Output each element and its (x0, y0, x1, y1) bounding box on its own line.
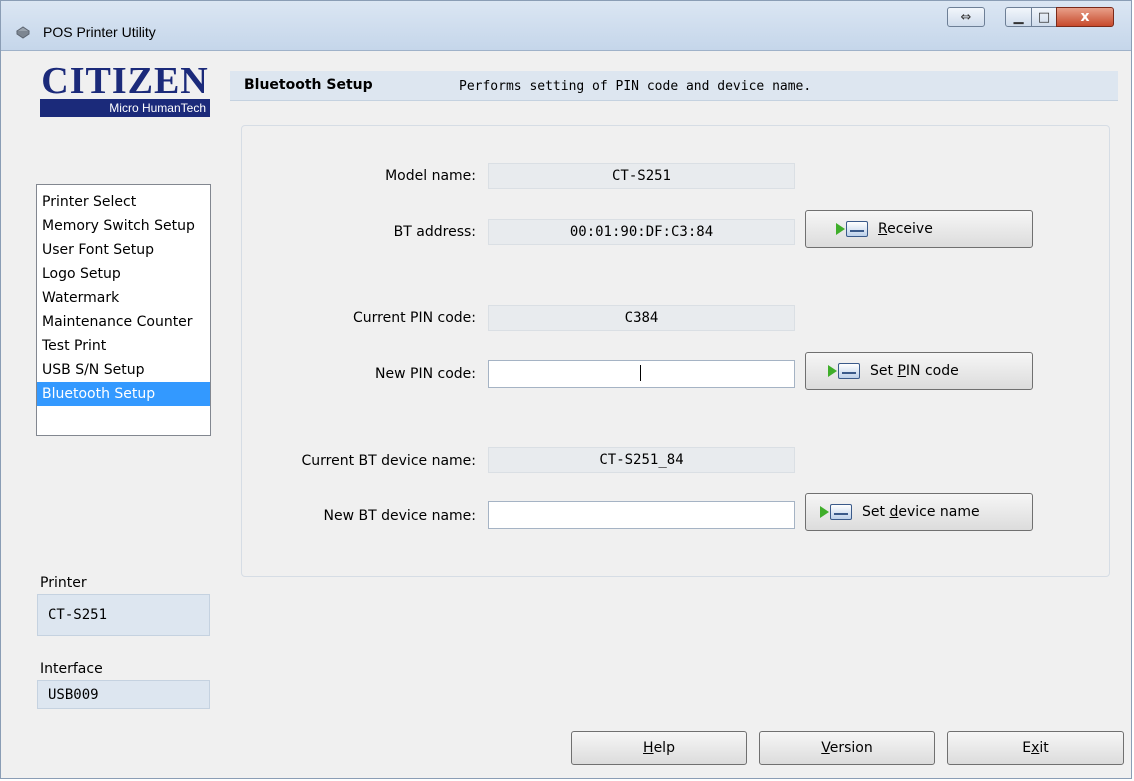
section-description: Performs setting of PIN code and device … (459, 79, 812, 94)
resize-button[interactable]: ⇔ (947, 7, 985, 27)
set-device-name-button[interactable]: Set device name (805, 493, 1033, 531)
set-pin-label: Set PIN code (870, 363, 959, 379)
app-window: POS Printer Utility ⇔ ▁ □ x CITIZEN Micr… (0, 0, 1132, 779)
logo-brand: CITIZEN (41, 60, 209, 102)
new-pin-label: New PIN code: (375, 366, 476, 382)
receive-printer-icon (836, 219, 874, 239)
help-label: Help (643, 740, 675, 756)
printer-label: Printer (40, 575, 87, 591)
set-pin-button[interactable]: Set PIN code (805, 352, 1033, 390)
printer-app-icon (16, 26, 30, 39)
current-pin-label: Current PIN code: (352, 310, 476, 326)
nav-item-printer-select[interactable]: Printer Select (37, 190, 210, 214)
window-title: POS Printer Utility (43, 24, 156, 40)
nav-item-maintenance-counter[interactable]: Maintenance Counter (37, 310, 210, 334)
maximize-icon: □ (1037, 9, 1051, 25)
help-button[interactable]: Help (571, 731, 747, 765)
printer-value: CT-S251 (37, 594, 210, 636)
section-header: Bluetooth Setup Performs setting of PIN … (230, 71, 1118, 101)
receive-label: Receive (878, 221, 933, 237)
minimize-button[interactable]: ▁ (1005, 7, 1032, 27)
exit-label: Exit (1022, 740, 1049, 756)
current-device-field: CT-S251_84 (488, 447, 795, 473)
model-name-field: CT-S251 (488, 163, 795, 189)
close-icon: x (1080, 9, 1090, 25)
resize-icon: ⇔ (960, 9, 972, 25)
text-caret (640, 365, 641, 381)
title-bar[interactable]: POS Printer Utility ⇔ ▁ □ x (1, 1, 1131, 51)
citizen-logo: CITIZEN Micro HumanTech (40, 61, 210, 119)
nav-item-watermark[interactable]: Watermark (37, 286, 210, 310)
nav-item-test-print[interactable]: Test Print (37, 334, 210, 358)
set-device-label: Set device name (862, 504, 980, 520)
nav-item-bluetooth-setup[interactable]: Bluetooth Setup (37, 382, 210, 406)
new-device-input[interactable] (488, 501, 795, 529)
exit-button[interactable]: Exit (947, 731, 1124, 765)
nav-item-logo-setup[interactable]: Logo Setup (37, 262, 210, 286)
set-device-printer-icon (820, 502, 858, 522)
logo-tagline: Micro HumanTech (109, 101, 206, 115)
nav-item-memory-switch-setup[interactable]: Memory Switch Setup (37, 214, 210, 238)
section-title: Bluetooth Setup (244, 77, 373, 93)
nav-item-usb-sn-setup[interactable]: USB S/N Setup (37, 358, 210, 382)
function-list[interactable]: Printer Select Memory Switch Setup User … (36, 184, 211, 436)
version-label: Version (821, 740, 873, 756)
maximize-button[interactable]: □ (1031, 7, 1057, 27)
new-pin-caret-layer (488, 360, 795, 388)
set-pin-printer-icon (828, 361, 866, 381)
receive-button[interactable]: Receive (805, 210, 1033, 248)
close-button[interactable]: x (1056, 7, 1114, 27)
bt-address-field: 00:01:90:DF:C3:84 (488, 219, 795, 245)
bt-address-label: BT address: (393, 224, 476, 240)
current-device-label: Current BT device name: (301, 453, 477, 469)
interface-value: USB009 (37, 680, 210, 709)
nav-item-user-font-setup[interactable]: User Font Setup (37, 238, 210, 262)
current-pin-field: C384 (488, 305, 795, 331)
model-name-label: Model name: (385, 168, 476, 184)
version-button[interactable]: Version (759, 731, 935, 765)
interface-label: Interface (40, 661, 103, 677)
new-device-label: New BT device name: (323, 508, 476, 524)
minimize-icon: ▁ (1013, 9, 1024, 25)
